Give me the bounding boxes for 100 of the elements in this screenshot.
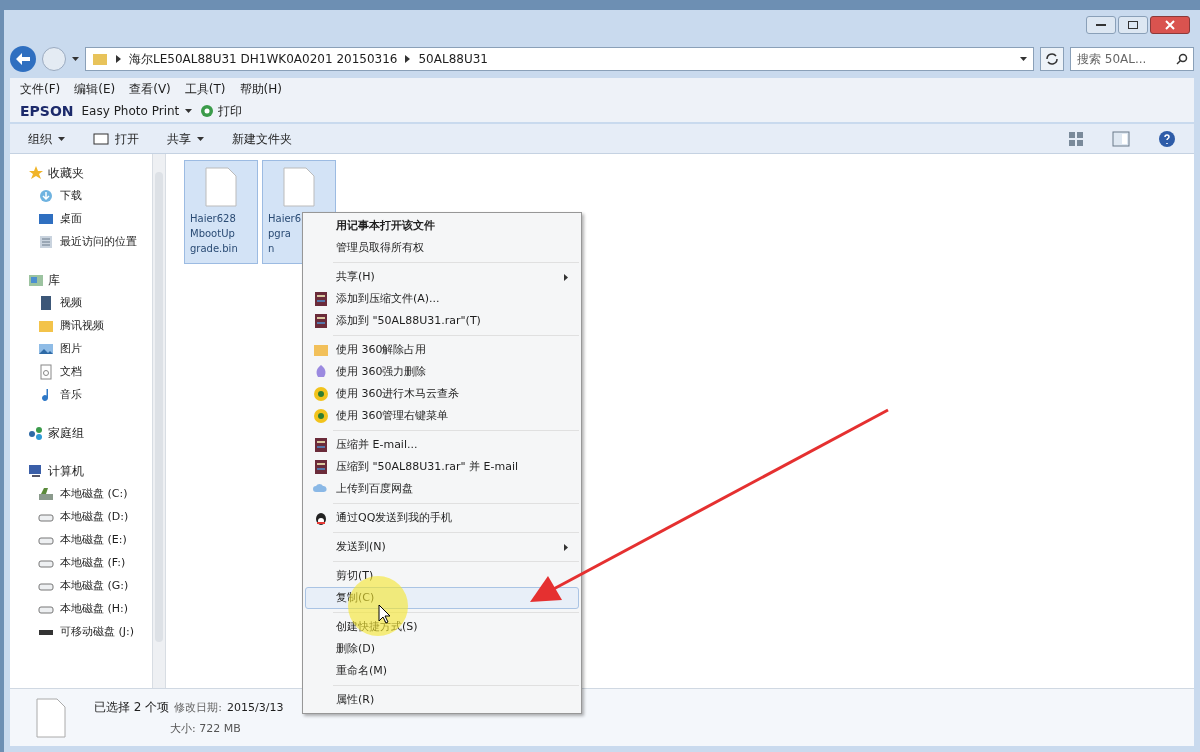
file-icon bbox=[205, 167, 237, 207]
modified-label: 修改日期: bbox=[174, 700, 222, 716]
product-dropdown[interactable]: Easy Photo Print bbox=[81, 102, 193, 120]
nav-item[interactable]: 音乐 bbox=[28, 386, 152, 404]
context-menu-item[interactable]: 共享(H) bbox=[305, 266, 579, 288]
command-button[interactable]: 新建文件夹 bbox=[232, 129, 292, 148]
context-menu-item[interactable]: 使用 360进行木马云查杀 bbox=[305, 383, 579, 405]
nav-item[interactable]: 最近访问的位置 bbox=[28, 233, 152, 251]
nav-item[interactable]: 文档 bbox=[28, 363, 152, 381]
modified-date: 2015/3/13 bbox=[227, 700, 284, 716]
file-size: 大小: 722 MB bbox=[169, 720, 242, 737]
library-icon bbox=[28, 272, 44, 288]
archive-icon bbox=[313, 437, 329, 453]
desktop-icon bbox=[38, 211, 54, 227]
context-menu-item[interactable]: 上传到百度网盘 bbox=[305, 478, 579, 500]
refresh-icon bbox=[1045, 52, 1059, 66]
context-menu-item[interactable]: 使用 360强力删除 bbox=[305, 361, 579, 383]
nav-item[interactable]: 本地磁盘 (H:) bbox=[28, 600, 152, 618]
caret-icon bbox=[72, 57, 79, 61]
nav-section[interactable]: 家庭组 bbox=[28, 424, 152, 442]
context-menu-item[interactable]: 重命名(M) bbox=[305, 660, 579, 682]
view-options-icon[interactable] bbox=[1068, 130, 1084, 147]
print-icon bbox=[200, 104, 215, 118]
context-menu-item[interactable]: 压缩到 "50AL88U31.rar" 并 E-mail bbox=[305, 456, 579, 478]
nav-section[interactable]: 库 bbox=[28, 271, 152, 289]
menu-item[interactable]: 文件(F) bbox=[20, 80, 61, 98]
command-button[interactable]: 共享 bbox=[167, 129, 204, 148]
nav-section[interactable]: 计算机 bbox=[28, 462, 152, 480]
maximize-button[interactable] bbox=[1118, 16, 1148, 34]
archive-icon bbox=[313, 459, 329, 475]
archive-icon bbox=[313, 291, 329, 307]
file-name: MbootUp bbox=[190, 227, 235, 241]
document-icon bbox=[38, 364, 54, 380]
computer-icon bbox=[28, 463, 44, 479]
breadcrumb[interactable]: 海尔LE50AL88U31 DH1WK0A0201 20150316 bbox=[129, 50, 398, 68]
address-bar[interactable]: 海尔LE50AL88U31 DH1WK0A0201 20150316 50AL88U31 bbox=[85, 47, 1034, 71]
video-icon bbox=[38, 295, 54, 311]
file-tile[interactable]: Haier628 MbootUp grade.bin bbox=[184, 160, 258, 264]
file-name: pgra bbox=[268, 227, 291, 241]
file-name: n bbox=[268, 242, 275, 256]
nav-item[interactable]: 图片 bbox=[28, 340, 152, 358]
nav-item[interactable]: 本地磁盘 (D:) bbox=[28, 508, 152, 526]
search-icon bbox=[1176, 53, 1188, 65]
system-drive-icon bbox=[38, 486, 54, 502]
back-arrow-icon bbox=[16, 53, 30, 65]
qq-icon bbox=[313, 510, 329, 526]
context-menu-item[interactable]: 通过QQ发送到我的手机 bbox=[305, 507, 579, 529]
nav-item[interactable]: 视频 bbox=[28, 294, 152, 312]
context-menu-item[interactable]: 剪切(T) bbox=[305, 565, 579, 587]
epson-logo: EPSON bbox=[20, 101, 74, 121]
back-button[interactable] bbox=[10, 46, 36, 72]
file-name: Haier6 bbox=[268, 212, 302, 226]
nav-item[interactable]: 本地磁盘 (G:) bbox=[28, 577, 152, 595]
search-field[interactable]: 搜索 50AL... bbox=[1070, 47, 1194, 71]
nav-item[interactable]: 下载 bbox=[28, 187, 152, 205]
recent-icon bbox=[38, 234, 54, 250]
caret-icon bbox=[58, 136, 65, 141]
submenu-arrow-icon bbox=[564, 273, 568, 281]
nav-item[interactable]: 可移动磁盘 (J:) bbox=[28, 623, 152, 641]
nav-item[interactable]: 桌面 bbox=[28, 210, 152, 228]
context-menu-item[interactable]: 添加到 "50AL88U31.rar"(T) bbox=[305, 310, 579, 332]
star-icon bbox=[28, 165, 44, 181]
close-icon bbox=[1165, 20, 1175, 30]
menu-item[interactable]: 帮助(H) bbox=[239, 80, 282, 98]
context-menu-item[interactable]: 删除(D) bbox=[305, 638, 579, 660]
picture-icon bbox=[38, 341, 54, 357]
close-button[interactable] bbox=[1150, 16, 1190, 34]
caret-icon bbox=[1020, 57, 1027, 61]
help-icon[interactable] bbox=[1158, 129, 1176, 148]
nav-section[interactable]: 收藏夹 bbox=[28, 164, 152, 182]
context-menu-item[interactable]: 添加到压缩文件(A)... bbox=[305, 288, 579, 310]
menu-item[interactable]: 查看(V) bbox=[129, 80, 171, 98]
nav-item[interactable]: 本地磁盘 (F:) bbox=[28, 554, 152, 572]
breadcrumb[interactable]: 50AL88U31 bbox=[418, 50, 488, 68]
folder-icon bbox=[92, 51, 108, 67]
context-menu-item[interactable]: 发送到(N) bbox=[305, 536, 579, 558]
command-button[interactable]: 组织 bbox=[28, 129, 65, 148]
chevron-icon bbox=[405, 55, 411, 63]
file-name: Haier628 bbox=[190, 212, 236, 226]
file-name: grade.bin bbox=[190, 242, 238, 256]
menu-item[interactable]: 工具(T) bbox=[184, 80, 226, 98]
refresh-button[interactable] bbox=[1040, 47, 1064, 71]
context-menu-item[interactable]: 使用 360管理右键菜单 bbox=[305, 405, 579, 427]
context-menu-item[interactable]: 属性(R) bbox=[305, 689, 579, 711]
minimize-button[interactable] bbox=[1086, 16, 1116, 34]
homegroup-icon bbox=[28, 425, 44, 441]
print-button[interactable]: 打印 bbox=[200, 102, 243, 120]
nav-item[interactable]: 腾讯视频 bbox=[28, 317, 152, 335]
context-menu-item[interactable]: 使用 360解除占用 bbox=[305, 339, 579, 361]
caret-icon bbox=[197, 136, 204, 141]
nav-item[interactable]: 本地磁盘 (E:) bbox=[28, 531, 152, 549]
menu-item[interactable]: 编辑(E) bbox=[74, 80, 116, 98]
context-menu-item[interactable]: 压缩并 E-mail... bbox=[305, 434, 579, 456]
caret-icon bbox=[185, 109, 193, 113]
nav-item[interactable]: 本地磁盘 (C:) bbox=[28, 485, 152, 503]
download-icon bbox=[38, 188, 54, 204]
file-icon bbox=[36, 697, 66, 738]
command-button[interactable]: 打开 bbox=[93, 129, 139, 148]
archive-icon bbox=[313, 313, 329, 329]
scrollbar[interactable] bbox=[152, 154, 166, 688]
